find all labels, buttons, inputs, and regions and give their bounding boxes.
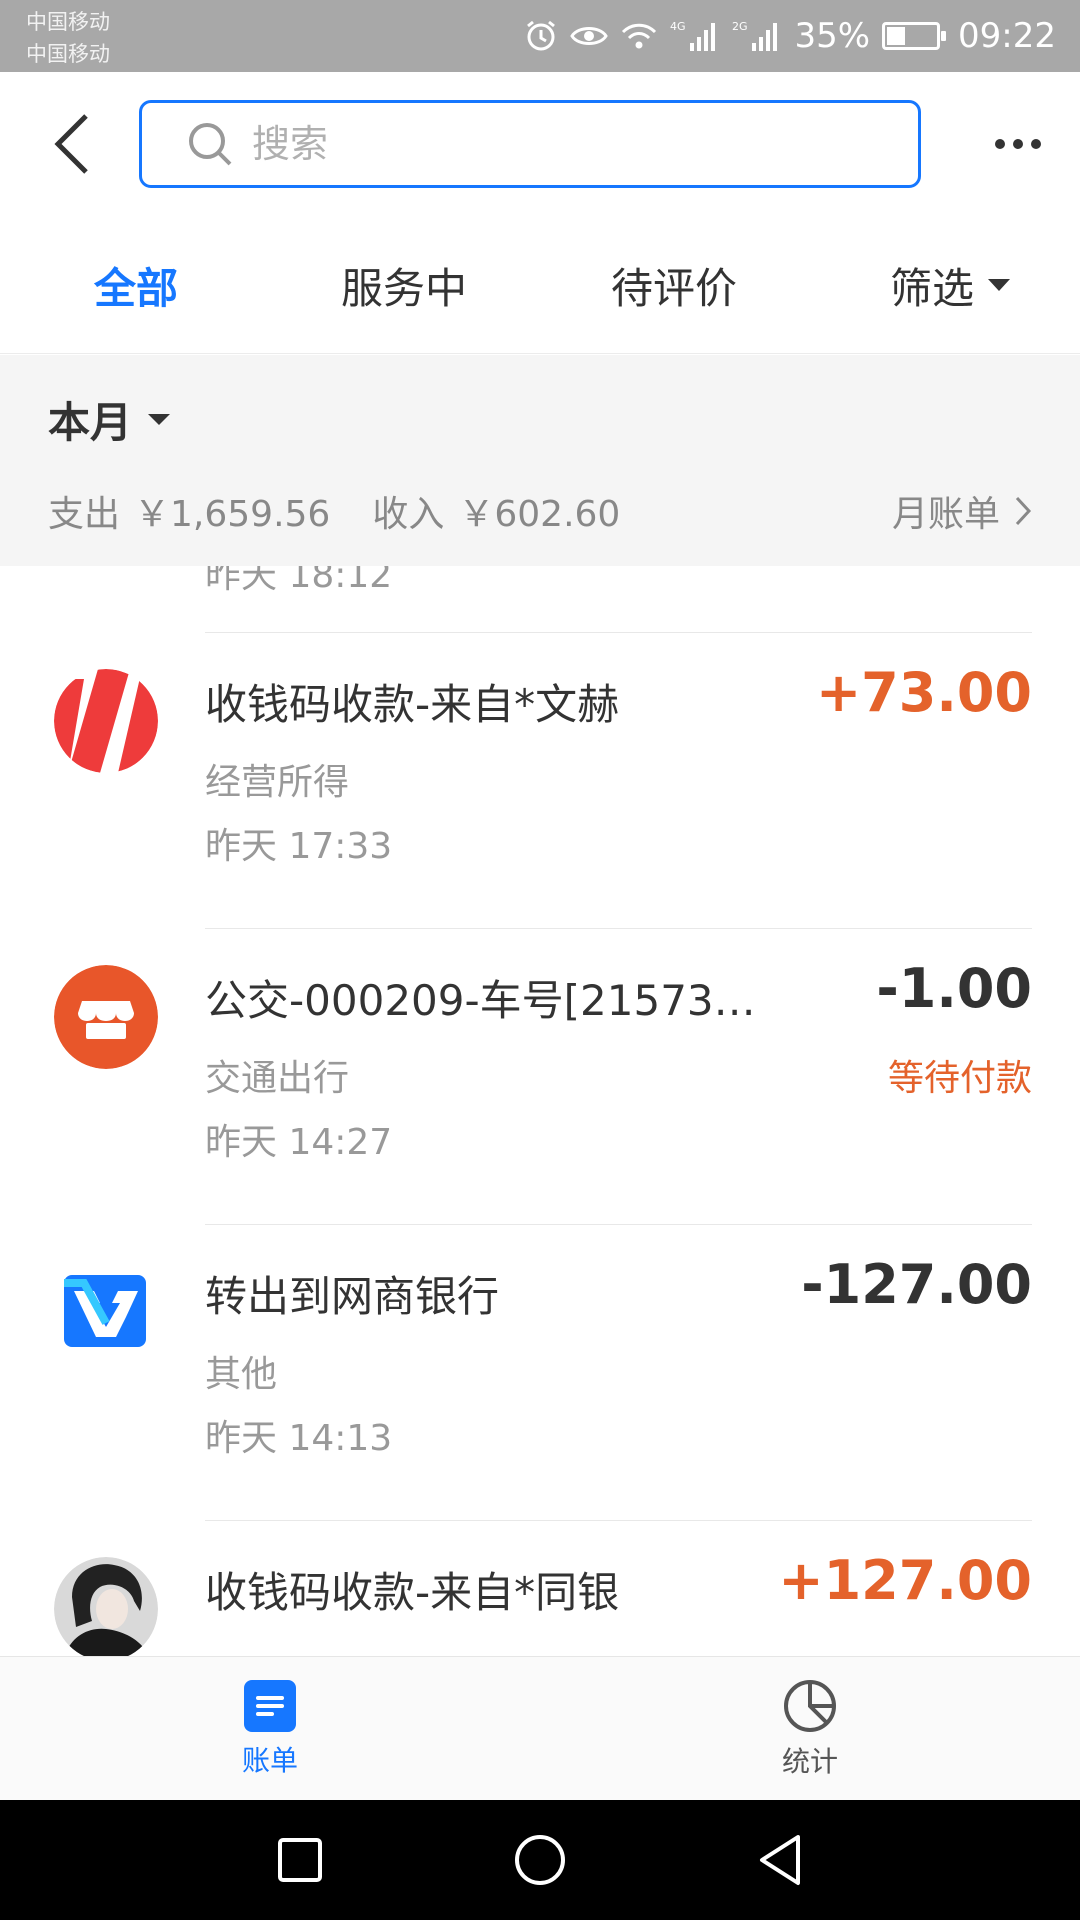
month-summary: 本月 支出 ￥1,659.56 收入 ￥602.60 月账单 [0,355,1080,566]
wifi-icon [620,21,658,51]
search-box[interactable] [139,100,921,188]
clock: 09:22 [958,16,1056,56]
triangle-back-icon [760,1835,800,1885]
tab-filter[interactable]: 筛选 [850,216,1050,354]
transaction-title: 收钱码收款-来自*文赫 [205,680,620,729]
transaction-category: 经营所得 [205,762,350,803]
transaction-amount: +73.00 [815,661,1032,724]
back-nav-button[interactable] [744,1824,816,1896]
transaction-row[interactable]: 公交-000209-车号[21573… -1.00 交通出行 等待付款 昨天 1… [0,929,1080,1225]
red-stripe-avatar [54,669,158,773]
transaction-category: 其他 [205,1354,278,1395]
eye-icon [570,21,609,51]
back-button[interactable] [42,108,102,180]
nav-bills[interactable]: 账单 [170,1657,370,1801]
nav-statistics[interactable]: 统计 [710,1657,910,1801]
transaction-row[interactable]: 转出到网商银行 -127.00 其他 昨天 14:13 [0,1225,1080,1521]
header [0,72,1080,216]
photo-avatar [54,1557,158,1656]
more-dot-icon [1031,139,1041,149]
transaction-time: 昨天 17:33 [205,826,393,867]
status-bar: 中国移动 中国移动 4G 2G 35% 09:22 [0,0,1080,72]
tab-label: 全部 [93,263,178,313]
previous-item-time: 昨天 18:12 [205,566,393,596]
transaction-title: 收钱码收款-来自*同银 [205,1568,620,1617]
carrier-info: 中国移动 中国移动 [26,6,110,70]
network-1-label: 4G [670,20,686,33]
carrier-1: 中国移动 [26,10,110,34]
monthly-bill-label: 月账单 [891,494,1000,535]
back-arrow-icon [54,114,88,174]
income-amount: ￥602.60 [458,494,621,535]
bill-icon [244,1680,296,1732]
chevron-right-icon [1014,495,1032,527]
transaction-amount: -127.00 [801,1253,1032,1316]
caret-down-icon [148,414,171,425]
pie-chart-icon [784,1680,836,1732]
expense-amount: ￥1,659.56 [134,494,331,535]
transaction-time: 昨天 14:13 [205,1418,393,1459]
more-options-button[interactable] [986,118,1050,170]
nav-statistics-label: 统计 [781,1745,838,1778]
network-2-label: 2G [732,20,748,33]
search-input[interactable] [252,122,852,166]
alarm-icon [524,19,558,53]
battery-icon [882,22,947,50]
tab-all[interactable]: 全部 [36,216,236,354]
signal-4g-icon: 4G [670,19,720,53]
month-label: 本月 [48,398,133,447]
month-selector[interactable]: 本月 [48,389,171,450]
recents-button[interactable] [264,1824,336,1896]
tab-in-service[interactable]: 服务中 [304,216,504,354]
monthly-bill-link[interactable]: 月账单 [892,485,1032,537]
tab-label: 服务中 [340,263,467,313]
expense-label: 支出 [48,494,121,535]
nav-bills-label: 账单 [241,1744,298,1777]
shop-icon [54,965,158,1069]
caret-down-icon [988,279,1010,291]
filter-tabs: 全部 服务中 待评价 筛选 [0,216,1080,354]
transaction-status: 等待付款 [887,1058,1032,1099]
transaction-row[interactable]: 收钱码收款-来自*同银 +127.00 [0,1521,1080,1656]
system-nav-bar [0,1800,1080,1920]
transaction-title: 公交-000209-车号[21573… [205,976,756,1025]
home-button[interactable] [504,1824,576,1896]
totals: 支出 ￥1,659.56 收入 ￥602.60 [48,485,620,537]
transaction-list[interactable]: 昨天 18:12 收钱码收款-来自*文赫 +73.00 经营所得 昨天 17:3… [0,566,1080,1656]
transaction-amount: +127.00 [778,1549,1032,1612]
carrier-2: 中国移动 [26,42,110,66]
income-total: 收入 ￥602.60 [372,485,620,537]
battery-percent: 35% [794,16,871,56]
tab-label: 待评价 [610,263,737,313]
mybank-logo-icon [54,1261,158,1365]
status-icons: 4G 2G 35% 09:22 [524,0,1056,72]
transaction-row[interactable]: 收钱码收款-来自*文赫 +73.00 经营所得 昨天 17:33 [0,633,1080,929]
tab-label: 筛选 [889,263,974,313]
transaction-title: 转出到网商银行 [205,1272,500,1321]
expense-total: 支出 ￥1,659.56 [48,485,330,537]
signal-2g-icon: 2G [732,19,782,53]
more-dot-icon [995,139,1005,149]
bottom-nav: 账单 统计 [0,1656,1080,1800]
more-dot-icon [1013,139,1023,149]
circle-icon [515,1835,565,1885]
search-icon [180,114,240,174]
transaction-category: 交通出行 [205,1058,350,1099]
tab-pending-review[interactable]: 待评价 [574,216,774,354]
income-label: 收入 [372,494,445,535]
square-icon [278,1838,322,1882]
transaction-amount: -1.00 [876,957,1032,1020]
transaction-time: 昨天 14:27 [205,1122,393,1163]
